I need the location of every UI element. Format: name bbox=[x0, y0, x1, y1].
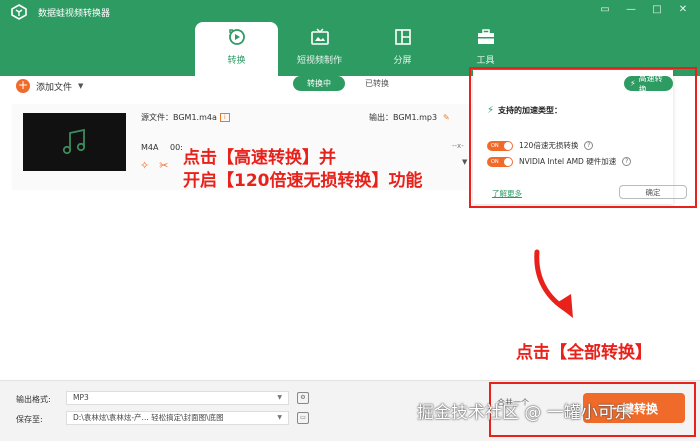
source-file: 源文件：BGM1.m4a i bbox=[141, 112, 230, 123]
watermark: 掘金技术社区 @ 一罐小可乐 bbox=[417, 403, 632, 423]
segment-converted[interactable]: 已转换 bbox=[365, 78, 389, 89]
source-file-label: 源文件：BGM1.m4a bbox=[141, 113, 217, 122]
window-controls: ▭ — □ ✕ bbox=[598, 4, 690, 15]
file-thumbnail bbox=[23, 113, 126, 171]
chevron-down-icon[interactable]: ▼ bbox=[78, 82, 83, 90]
status-segment: 转换中 已转换 bbox=[293, 76, 389, 91]
annotation-line3: 点击【全部转换】 bbox=[516, 343, 652, 363]
edit-icon[interactable]: ✎ bbox=[443, 113, 450, 122]
file-duration: 00: bbox=[170, 143, 183, 152]
menu-icon[interactable]: ▭ bbox=[598, 4, 612, 15]
tab-convert-label: 转换 bbox=[227, 56, 246, 66]
add-file-button[interactable]: + 添加文件 ▼ bbox=[16, 79, 83, 93]
app-title: 数据蛙视频转换器 bbox=[38, 9, 111, 19]
chevron-down-icon: ▼ bbox=[277, 394, 282, 401]
split-screen-icon bbox=[394, 29, 411, 45]
annotation-line1: 点击【高速转换】并 bbox=[183, 148, 336, 168]
toolbox-icon bbox=[477, 29, 494, 44]
file-format: M4A bbox=[141, 143, 159, 152]
tab-short-video-label: 短视频制作 bbox=[296, 56, 342, 66]
annotation-line2: 开启【120倍速无损转换】功能 bbox=[183, 171, 423, 191]
music-note-icon bbox=[62, 128, 85, 155]
highlight-frame-popup bbox=[469, 67, 697, 208]
magic-wand-icon[interactable]: ✧ bbox=[140, 159, 149, 172]
chevron-down-icon: ▼ bbox=[277, 414, 282, 421]
output-file-label: 输出：BGM1.mp3 bbox=[369, 113, 438, 122]
title-bar: 数据蛙视频转换器 ▭ — □ ✕ 转换 短视频制作 分屏 工具 bbox=[0, 0, 700, 76]
tab-short-video[interactable]: 短视频制作 bbox=[278, 22, 361, 76]
plus-icon: + bbox=[16, 78, 30, 93]
folder-icon[interactable]: ▭ bbox=[297, 412, 309, 424]
edit-tools: ✧ ✂ bbox=[140, 159, 168, 172]
output-format-value: MP3 bbox=[73, 393, 89, 402]
output-file: 输出：BGM1.mp3 ✎ bbox=[369, 112, 450, 123]
output-format-dropdown[interactable]: ▼ bbox=[462, 158, 467, 166]
tab-split-screen-label: 分屏 bbox=[393, 56, 412, 66]
tab-split-screen[interactable]: 分屏 bbox=[361, 22, 444, 76]
scissors-icon[interactable]: ✂ bbox=[159, 159, 168, 172]
save-path-value: D:\袁林炫\袁林炫-产... 轻松搞定\封面图\底图 bbox=[73, 413, 224, 422]
close-icon[interactable]: ✕ bbox=[676, 4, 690, 15]
segment-converting[interactable]: 转换中 bbox=[293, 76, 345, 91]
range-text: --x- bbox=[452, 142, 464, 150]
tab-convert[interactable]: 转换 bbox=[195, 22, 278, 76]
maximize-icon[interactable]: □ bbox=[650, 4, 664, 15]
settings-icon[interactable]: ⚙ bbox=[297, 392, 309, 404]
output-format-select[interactable]: MP3 ▼ bbox=[66, 391, 289, 405]
add-file-label: 添加文件 bbox=[36, 82, 73, 93]
minimize-icon[interactable]: — bbox=[624, 4, 638, 15]
save-path-select[interactable]: D:\袁林炫\袁林炫-产... 轻松搞定\封面图\底图 ▼ bbox=[66, 411, 289, 425]
convert-icon bbox=[228, 29, 245, 45]
output-format-label: 输出格式: bbox=[16, 395, 51, 404]
save-to-label: 保存至: bbox=[16, 415, 43, 424]
tv-icon bbox=[310, 28, 329, 45]
arrow-icon bbox=[534, 249, 573, 318]
app-logo-icon bbox=[11, 4, 27, 20]
tab-tools-label: 工具 bbox=[476, 56, 495, 66]
info-icon[interactable]: i bbox=[219, 113, 230, 122]
